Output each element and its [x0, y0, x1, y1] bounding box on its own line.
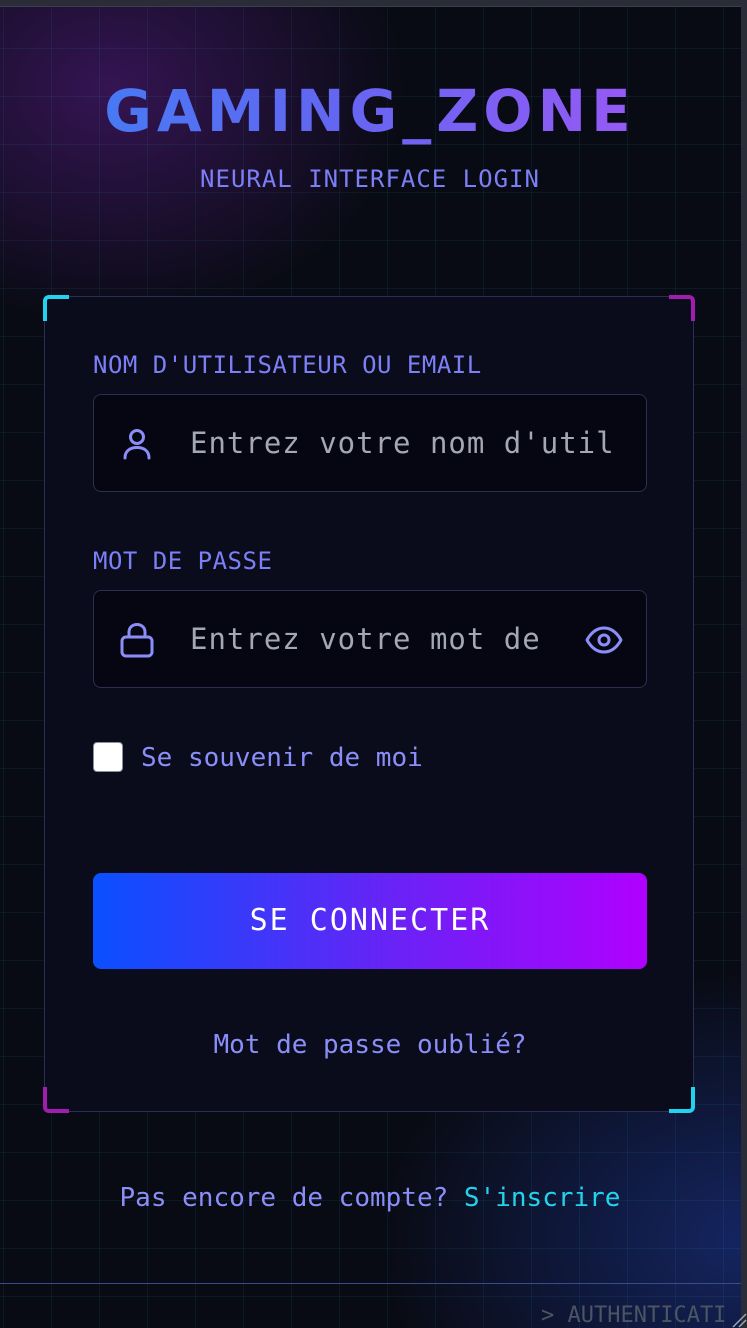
- eye-icon[interactable]: [584, 621, 624, 659]
- footer-divider: [0, 1283, 741, 1284]
- corner-accent-bottom-left: [43, 1087, 69, 1113]
- user-icon: [123, 429, 151, 460]
- forgot-password-link[interactable]: Mot de passe oublié?: [45, 1028, 695, 1062]
- signup-row: Pas encore de compte? S'inscrire: [0, 1181, 740, 1215]
- password-field[interactable]: [93, 590, 647, 688]
- resize-grip-icon[interactable]: [729, 1310, 747, 1328]
- password-label: MOT DE PASSE: [93, 547, 273, 575]
- corner-accent-top-right: [669, 295, 695, 321]
- login-card: NOM D'UTILISATEUR OU EMAIL MOT DE PASSE …: [43, 295, 695, 1113]
- app-logo-title: GAMING_ZONE: [0, 76, 740, 146]
- remember-me-label[interactable]: Se souvenir de moi: [141, 741, 423, 775]
- page-subtitle: NEURAL INTERFACE LOGIN: [200, 165, 540, 193]
- corner-accent-bottom-right: [669, 1087, 695, 1113]
- signup-link[interactable]: S'inscrire: [464, 1183, 621, 1213]
- password-input[interactable]: [190, 615, 550, 663]
- scrollbar-track[interactable]: [741, 0, 747, 1328]
- username-input[interactable]: [190, 419, 614, 467]
- username-field[interactable]: [93, 394, 647, 492]
- remember-me-checkbox[interactable]: [93, 742, 123, 772]
- lock-icon: [120, 622, 154, 658]
- window-top-edge: [0, 0, 747, 7]
- username-label: NOM D'UTILISATEUR OU EMAIL: [93, 351, 482, 379]
- terminal-status-text: > AUTHENTICATI: [541, 1303, 727, 1328]
- corner-accent-top-left: [43, 295, 69, 321]
- signup-prompt: Pas encore de compte?: [119, 1183, 449, 1213]
- login-button[interactable]: SE CONNECTER: [93, 873, 647, 969]
